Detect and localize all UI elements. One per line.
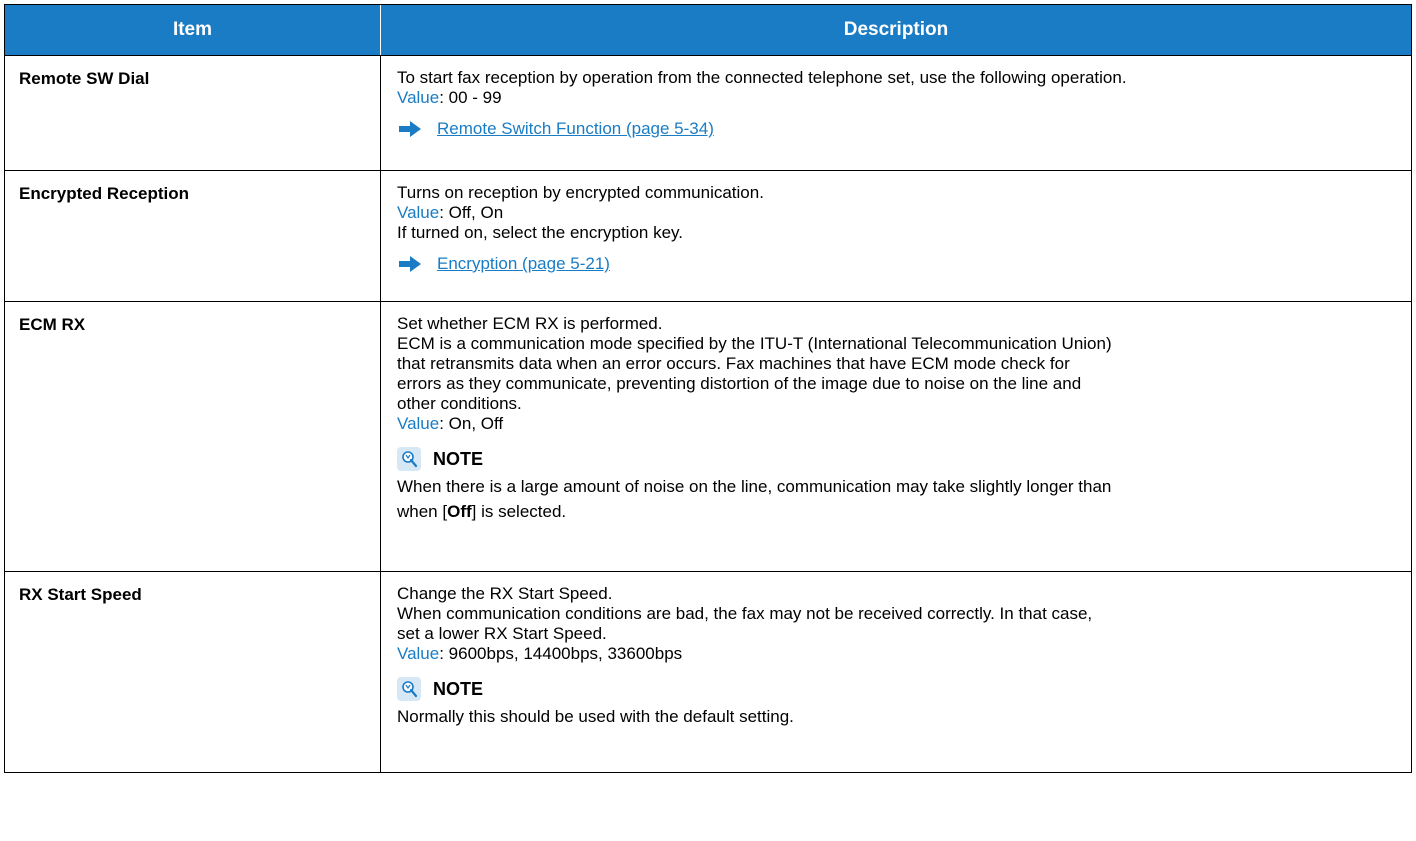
value-line: Value: 00 - 99 xyxy=(397,88,1401,108)
header-description: Description xyxy=(843,19,949,40)
description-line: Set whether ECM RX is performed. xyxy=(397,314,663,333)
value-label: Value xyxy=(397,203,440,222)
item-name: Remote SW Dial xyxy=(5,56,381,170)
note-text: when [ xyxy=(397,502,448,521)
note-text: ] is selected. xyxy=(471,502,567,521)
value-line: Value: 9600bps, 14400bps, 33600bps xyxy=(397,644,1401,664)
note-lightbulb-icon xyxy=(397,447,421,471)
reference-link[interactable]: Encryption (page 5-21) xyxy=(437,254,610,274)
note-title: NOTE xyxy=(433,449,484,469)
description-line: Change the RX Start Speed. xyxy=(397,584,613,603)
note-bold-text: Off xyxy=(447,502,472,521)
item-description: To start fax reception by operation from… xyxy=(381,56,1411,170)
value-line: Value: On, Off xyxy=(397,414,1401,434)
settings-table: Item Description Remote SW Dial To start… xyxy=(4,4,1412,773)
note-line: when [Off] is selected. xyxy=(397,499,1401,524)
value-text: : 00 - 99 xyxy=(439,88,502,107)
description-line: When communication conditions are bad, t… xyxy=(397,604,1093,623)
value-label: Value xyxy=(397,644,440,663)
item-description: Set whether ECM RX is performed. ECM is … xyxy=(381,302,1411,571)
description-line: set a lower RX Start Speed. xyxy=(397,624,607,643)
item-description: Change the RX Start Speed. When communic… xyxy=(381,572,1411,772)
header-item: Item xyxy=(5,5,381,55)
item-name: Encrypted Reception xyxy=(5,171,381,301)
right-arrow-icon xyxy=(399,256,421,272)
value-label: Value xyxy=(397,88,440,107)
reference-link-line: Remote Switch Function (page 5-34) xyxy=(397,118,1401,140)
reference-link-line: Encryption (page 5-21) xyxy=(397,253,1401,275)
item-description: Turns on reception by encrypted communic… xyxy=(381,171,1411,301)
description-line: To start fax reception by operation from… xyxy=(397,68,1127,87)
description-line: that retransmits data when an error occu… xyxy=(397,354,1070,373)
table-row: RX Start Speed Change the RX Start Speed… xyxy=(5,572,1411,772)
table-row: Remote SW Dial To start fax reception by… xyxy=(5,56,1411,171)
description-line: other conditions. xyxy=(397,394,522,413)
note-line: When there is a large amount of noise on… xyxy=(397,477,1112,496)
right-arrow-icon xyxy=(399,121,421,137)
note-heading: NOTE xyxy=(397,676,1401,702)
note-heading: NOTE xyxy=(397,446,1401,472)
item-name: ECM RX xyxy=(5,302,381,571)
description-line: ECM is a communication mode specified by… xyxy=(397,334,1112,353)
description-line: errors as they communicate, preventing d… xyxy=(397,374,1082,393)
table-header: Item Description xyxy=(5,5,1411,56)
value-text: : Off, On xyxy=(439,203,504,222)
note-line: Normally this should be used with the de… xyxy=(397,707,794,726)
value-line: Value: Off, On xyxy=(397,203,1401,223)
table-row: Encrypted Reception Turns on reception b… xyxy=(5,171,1411,302)
value-label: Value xyxy=(397,414,440,433)
item-name: RX Start Speed xyxy=(5,572,381,772)
reference-link[interactable]: Remote Switch Function (page 5-34) xyxy=(437,119,714,139)
note-body: When there is a large amount of noise on… xyxy=(397,474,1401,524)
value-text: : 9600bps, 14400bps, 33600bps xyxy=(439,644,683,663)
description-line: If turned on, select the encryption key. xyxy=(397,223,684,242)
note-lightbulb-icon xyxy=(397,677,421,701)
value-text: : On, Off xyxy=(439,414,504,433)
note-title: NOTE xyxy=(433,679,484,699)
note-body: Normally this should be used with the de… xyxy=(397,704,1401,729)
description-line: Turns on reception by encrypted communic… xyxy=(397,183,764,202)
table-row: ECM RX Set whether ECM RX is performed. … xyxy=(5,302,1411,572)
